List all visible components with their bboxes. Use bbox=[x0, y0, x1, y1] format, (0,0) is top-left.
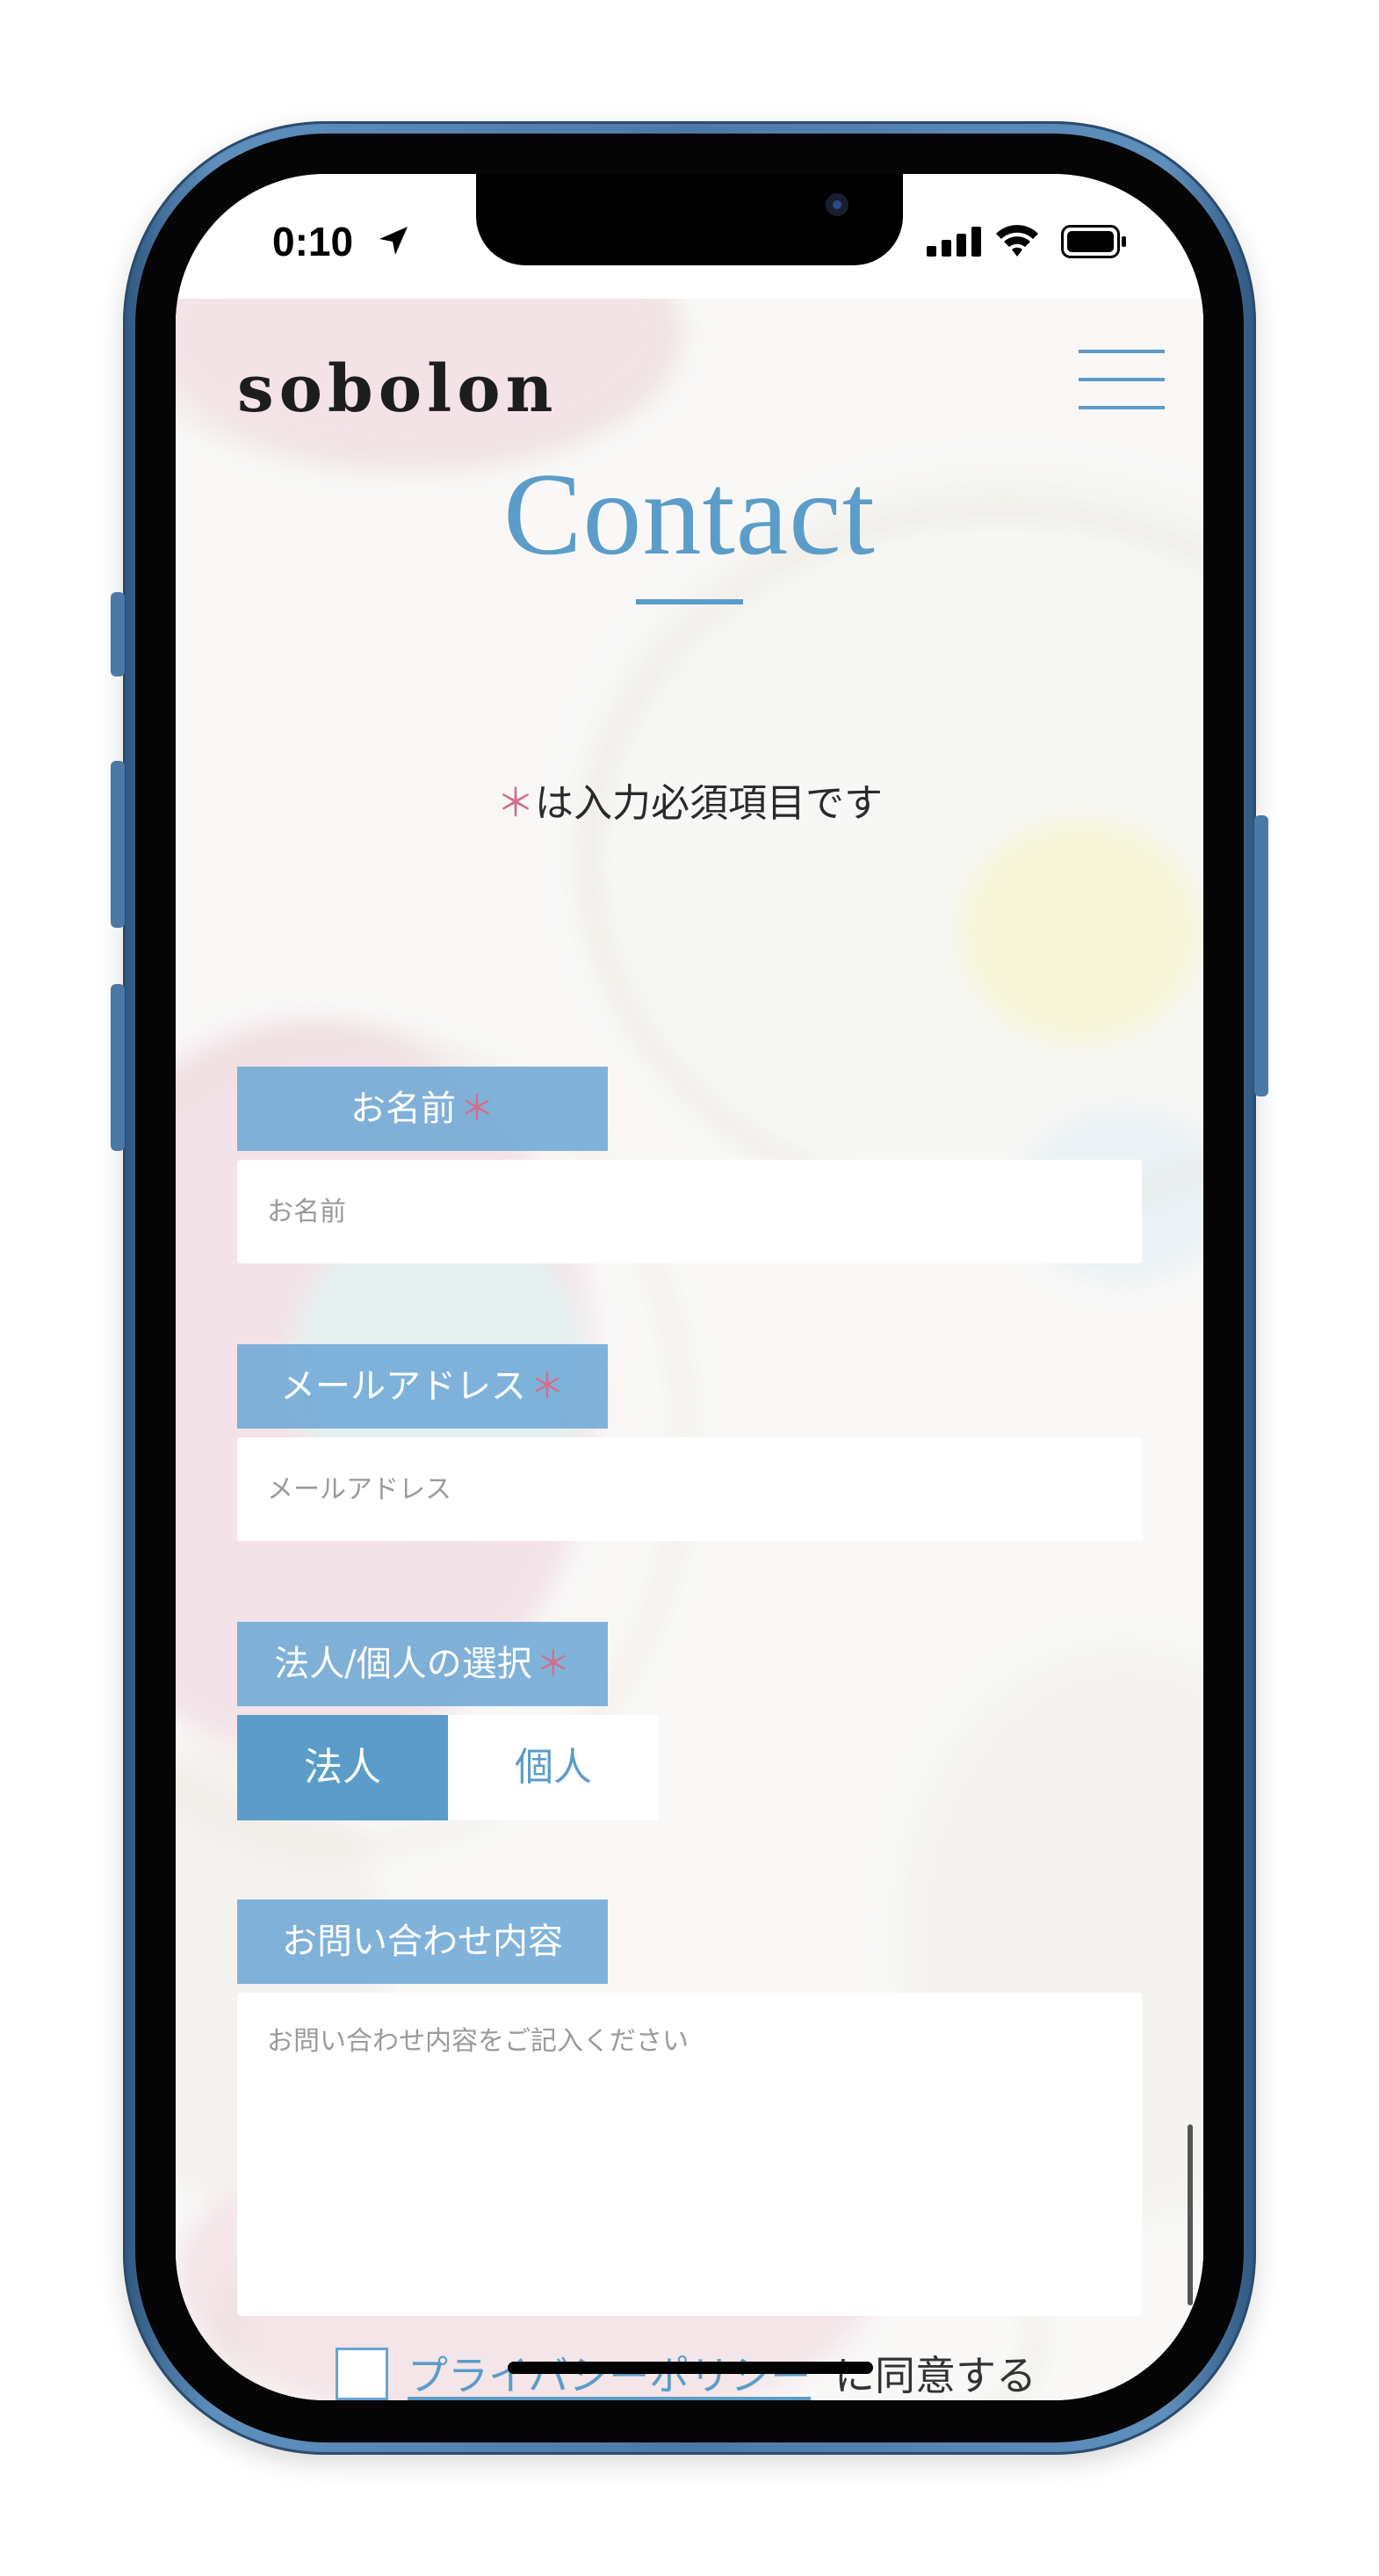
cellular-signal-icon bbox=[927, 227, 981, 257]
required-asterisk: ＊ bbox=[459, 1089, 495, 1129]
email-input[interactable] bbox=[237, 1437, 1142, 1541]
corporate-option-button[interactable]: 法人 bbox=[237, 1715, 448, 1820]
name-label: お名前＊ bbox=[237, 1067, 608, 1151]
volume-up-button bbox=[111, 761, 125, 928]
silent-switch bbox=[111, 592, 125, 677]
home-indicator[interactable] bbox=[508, 2362, 873, 2374]
status-time: 0:10 bbox=[272, 219, 354, 264]
power-button bbox=[1254, 815, 1268, 1096]
menu-bar bbox=[1079, 406, 1165, 409]
message-textarea[interactable] bbox=[237, 1993, 1142, 2316]
required-asterisk: ＊ bbox=[496, 781, 535, 826]
status-bar: 0:10 bbox=[176, 174, 1203, 299]
hamburger-menu-icon[interactable] bbox=[1079, 350, 1165, 411]
site-logo[interactable]: sobolon bbox=[237, 351, 558, 427]
notch bbox=[476, 174, 903, 265]
required-asterisk: ＊ bbox=[530, 1366, 565, 1407]
front-camera bbox=[826, 193, 848, 216]
page-title: Contact bbox=[503, 449, 876, 579]
title-underline bbox=[636, 599, 743, 604]
phone-screen: 0:10 sobolon Contact ＊は入力必須項目です お名前 ＊ お名… bbox=[176, 174, 1203, 2400]
required-note-text: は入力必須項目です bbox=[535, 781, 883, 826]
required-asterisk: ＊ bbox=[535, 1644, 571, 1684]
consent-checkbox[interactable] bbox=[336, 2348, 388, 2400]
type-label-text: 法人/個人の選択 bbox=[274, 1644, 532, 1684]
message-label: お問い合わせ内容 bbox=[237, 1899, 608, 1984]
volume-down-button bbox=[111, 984, 125, 1151]
email-label-text: メールアドレス bbox=[280, 1366, 526, 1407]
required-note: ＊は入力必須項目です bbox=[176, 771, 1203, 828]
type-label: 法人/個人の選択＊ bbox=[237, 1622, 608, 1706]
wifi-icon bbox=[996, 225, 1038, 257]
scrollbar[interactable] bbox=[1188, 2124, 1193, 2305]
individual-option-button[interactable]: 個人 bbox=[448, 1715, 659, 1820]
name-input[interactable] bbox=[237, 1160, 1142, 1263]
menu-bar bbox=[1079, 378, 1165, 381]
battery-icon bbox=[1061, 225, 1126, 258]
location-arrow-icon bbox=[379, 227, 408, 255]
name-label-text: お名前 bbox=[350, 1089, 456, 1129]
email-label: メールアドレス＊ bbox=[237, 1344, 608, 1429]
message-label-text: お問い合わせ内容 bbox=[282, 1921, 563, 1962]
contact-page: sobolon Contact ＊は入力必須項目です お名前＊ メールアドレス＊… bbox=[176, 299, 1203, 2400]
menu-bar bbox=[1079, 350, 1165, 353]
